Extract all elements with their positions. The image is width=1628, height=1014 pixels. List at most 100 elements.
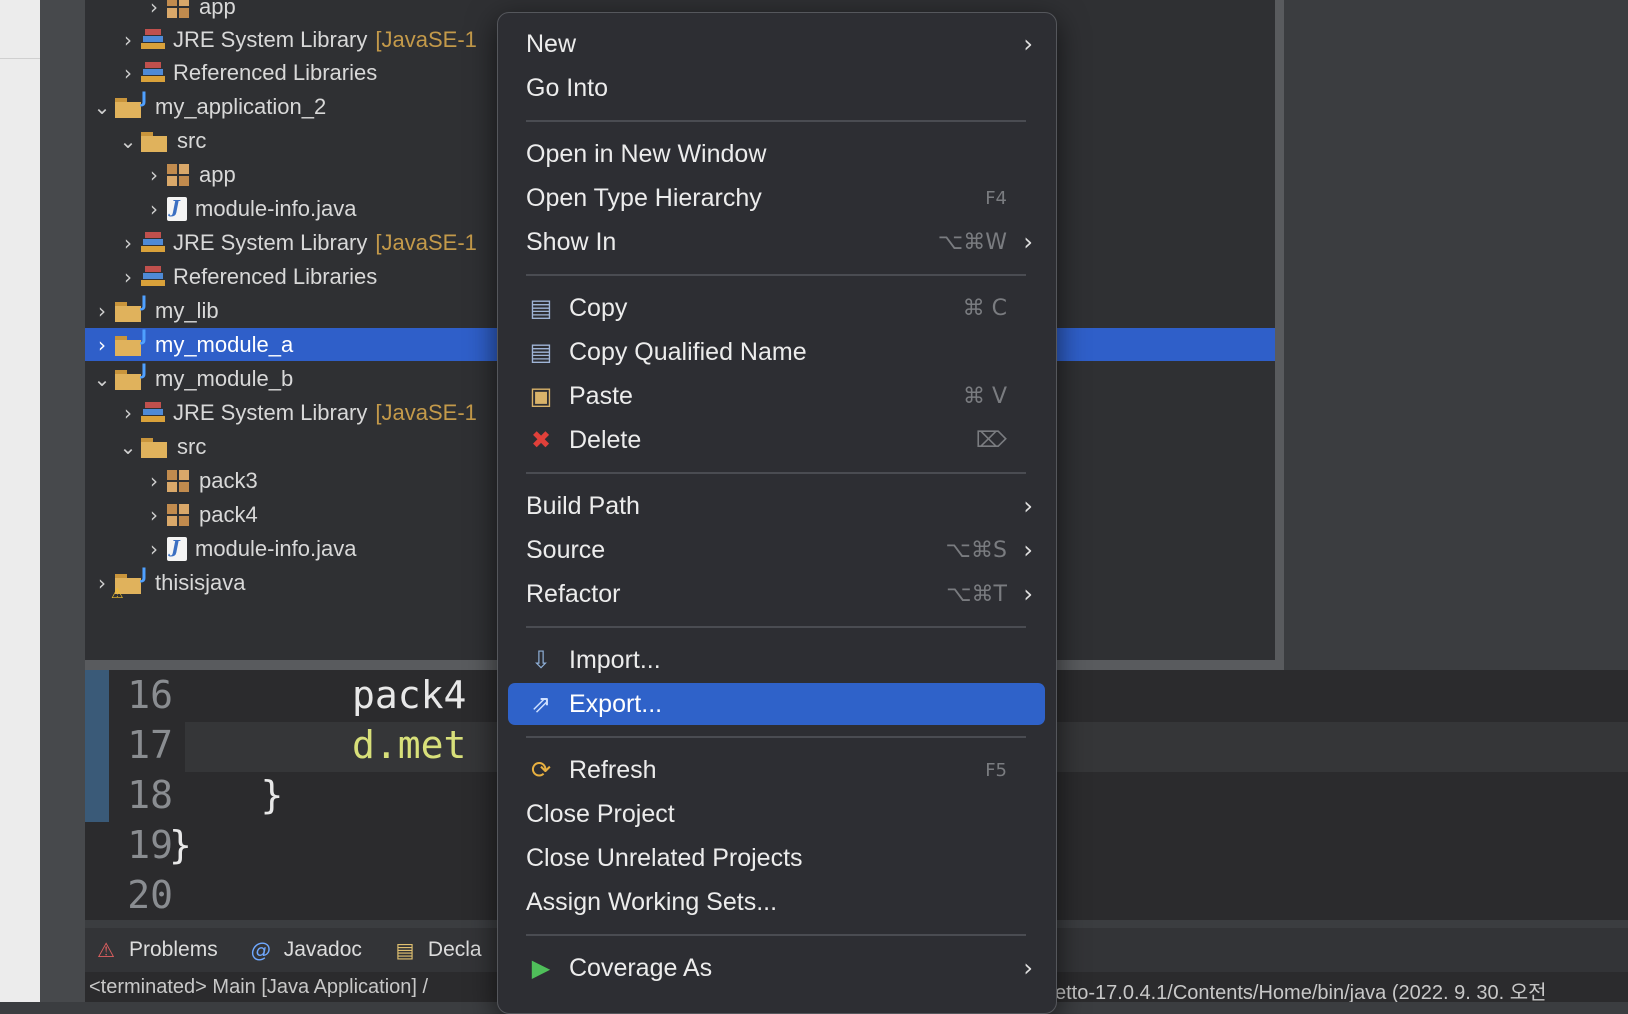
tab-problems[interactable]: ⚠ Problems (93, 937, 218, 963)
chevron-right-icon[interactable]: › (89, 299, 115, 323)
chevron-right-icon[interactable]: › (141, 197, 167, 221)
tab-javadoc[interactable]: @ Javadoc (248, 937, 362, 963)
source-folder-icon (141, 436, 169, 458)
menu-item-build-path[interactable]: Build Path › (508, 485, 1045, 527)
menu-item-label: Refresh (569, 755, 657, 784)
menu-item-show-in[interactable]: Show In ⌥⌘W › (508, 221, 1045, 263)
chevron-right-icon[interactable]: › (115, 401, 141, 425)
menu-item-label: Coverage As (569, 953, 713, 982)
shortcut-label: ⌘ V (962, 383, 1007, 409)
line-number: 17 (127, 723, 173, 767)
copy-qualified-name-icon: ▤ (529, 338, 553, 366)
paste-icon: ▣ (529, 382, 553, 410)
menu-item-copy-qualified-name[interactable]: ▤ Copy Qualified Name (508, 331, 1045, 373)
package-icon (167, 164, 191, 186)
code-text: pack4 (169, 673, 467, 717)
menu-item-new[interactable]: New › (508, 23, 1045, 65)
menu-item-source[interactable]: Source ⌥⌘S › (508, 529, 1045, 571)
menu-separator (526, 472, 1026, 474)
chevron-right-icon[interactable]: › (115, 28, 141, 52)
divider (0, 58, 40, 59)
menu-item-open-type-hierarchy[interactable]: Open Type Hierarchy F4 (508, 177, 1045, 219)
source-folder-icon (141, 130, 169, 152)
menu-item-refresh[interactable]: ⟳ Refresh F5 (508, 749, 1045, 791)
line-number: 18 (127, 773, 173, 817)
menu-item-label: Delete (569, 425, 642, 454)
tab-declaration[interactable]: ▤ Decla (392, 937, 481, 963)
java-project-icon (115, 292, 147, 324)
menu-item-open-in-new-window[interactable]: Open in New Window (508, 133, 1045, 175)
chevron-right-icon[interactable]: › (141, 503, 167, 527)
chevron-down-icon[interactable]: ⌄ (115, 435, 141, 459)
menu-separator (526, 626, 1026, 628)
tree-item-label: module-info.java (195, 536, 357, 561)
menu-item-label: Copy (569, 293, 628, 322)
chevron-down-icon[interactable]: ⌄ (89, 95, 115, 119)
coverage-icon: ▶ (531, 954, 551, 982)
java-project-icon (115, 88, 147, 120)
shortcut-label: ⌥⌘S (945, 537, 1007, 563)
code-line[interactable]: 17 d.met (85, 720, 466, 770)
chevron-down-icon[interactable]: ⌄ (89, 367, 115, 391)
menu-separator (526, 274, 1026, 276)
menu-item-import[interactable]: ⇩ Import... (508, 639, 1045, 681)
chevron-right-icon[interactable]: › (141, 469, 167, 493)
shortcut-label: ⌘ C (962, 295, 1007, 321)
delete-icon: ✖ (530, 426, 552, 454)
menu-item-label: Show In (526, 227, 617, 256)
chevron-right-icon[interactable]: › (115, 265, 141, 289)
chevron-right-icon: › (1023, 228, 1033, 256)
java-project-warning-icon (111, 564, 147, 602)
java-file-icon (167, 197, 187, 221)
tab-label: Problems (129, 938, 218, 961)
chevron-right-icon[interactable]: › (141, 163, 167, 187)
chevron-right-icon[interactable]: › (115, 61, 141, 85)
chevron-right-icon: › (1023, 580, 1033, 608)
tree-item-label: app (199, 0, 236, 19)
chevron-right-icon[interactable]: › (141, 0, 167, 19)
menu-item-copy[interactable]: ▤ Copy ⌘ C (508, 287, 1045, 329)
chevron-down-icon[interactable]: ⌄ (115, 129, 141, 153)
tree-item-label: my_lib (155, 298, 219, 323)
menu-item-close-unrelated-projects[interactable]: Close Unrelated Projects (508, 837, 1045, 879)
menu-item-coverage-as[interactable]: ▶ Coverage As › (508, 947, 1045, 989)
shortcut-label: F5 (985, 759, 1007, 781)
tree-item-label: app (199, 162, 236, 187)
menu-item-label: Copy Qualified Name (569, 337, 807, 366)
code-line[interactable]: 16 pack4 (85, 670, 466, 720)
menu-separator (526, 120, 1026, 122)
chevron-right-icon[interactable]: › (89, 333, 115, 357)
menu-item-paste[interactable]: ▣ Paste ⌘ V (508, 375, 1045, 417)
code-line[interactable]: 18 } (85, 770, 283, 820)
refresh-icon: ⟳ (530, 756, 552, 784)
menu-item-label: Assign Working Sets... (526, 887, 778, 916)
menu-item-label: Import... (569, 645, 661, 674)
left-window-strip (0, 0, 40, 1002)
import-icon: ⇩ (530, 646, 552, 674)
chevron-right-icon[interactable]: › (141, 537, 167, 561)
line-number: 20 (127, 873, 173, 917)
code-line[interactable]: 20 (85, 870, 173, 920)
menu-item-close-project[interactable]: Close Project (508, 793, 1045, 835)
tree-item-label: Referenced Libraries (173, 264, 378, 289)
chevron-right-icon[interactable]: › (115, 231, 141, 255)
line-number: 16 (127, 673, 173, 717)
package-icon (167, 504, 191, 526)
tree-item-label: JRE System Library (173, 400, 368, 425)
tree-item-label: thisisjava (155, 570, 246, 595)
menu-item-go-into[interactable]: Go Into (508, 67, 1045, 109)
chevron-right-icon: › (1023, 30, 1033, 58)
menu-item-refactor[interactable]: Refactor ⌥⌘T › (508, 573, 1045, 615)
menu-item-label: Close Project (526, 799, 675, 828)
tree-item-label: JRE System Library (173, 27, 368, 52)
menu-item-assign-working-sets[interactable]: Assign Working Sets... (508, 881, 1045, 923)
menu-item-export[interactable]: ⇗ Export... (508, 683, 1045, 725)
tree-item-label: src (177, 128, 207, 153)
menu-item-delete[interactable]: ✖ Delete ⌦ (508, 419, 1045, 461)
menu-item-label: Paste (569, 381, 633, 410)
menu-item-label: Open Type Hierarchy (526, 183, 762, 212)
tree-item-label: my_application_2 (155, 94, 327, 119)
code-line[interactable]: 19 } (85, 820, 192, 870)
menu-item-label: Open in New Window (526, 139, 767, 168)
java-project-icon (115, 326, 147, 358)
